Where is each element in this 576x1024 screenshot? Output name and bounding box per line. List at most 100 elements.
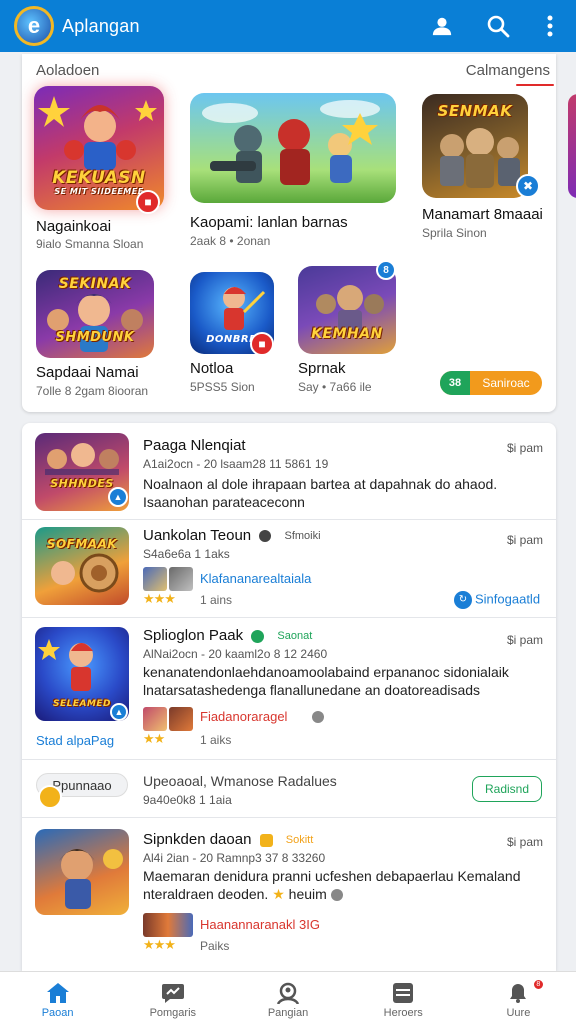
mini-screenshot: [169, 707, 193, 731]
nav-label: Paoan: [41, 1007, 74, 1019]
featured-tile[interactable]: SENMAK: [422, 94, 528, 198]
game-title-text: Sipnkden daoan: [143, 831, 252, 848]
mini-screenshot: [169, 567, 193, 591]
tile-subtitle: Say • 7a66 ile: [298, 380, 372, 394]
star-icon: ★: [272, 886, 285, 902]
nav-label: Heroers: [383, 1007, 423, 1019]
pill-prefix: 38: [440, 371, 470, 395]
game-description: Noalnaon al dole ihrapaan bartea at dapa…: [143, 476, 498, 510]
chat-icon: [161, 984, 184, 1003]
action-pill-button[interactable]: 38 Saniroac: [440, 371, 542, 395]
tile-art-title: SEKINAK: [58, 276, 132, 292]
see-more-underline: [516, 84, 554, 86]
game-title-text: Uankolan Teoun: [143, 527, 252, 544]
game-meta: AlNai2ocn - 20 kaaml2o 8 12 2460: [143, 647, 328, 661]
tile-subtitle: 5PSS5 Sion: [190, 380, 255, 394]
tile-subtitle: 7olle 8 2gam 8iooran: [36, 384, 149, 398]
divider: [22, 817, 556, 818]
developer-link[interactable]: Haanannaranakl 3IG: [200, 917, 320, 932]
info-icon[interactable]: [330, 889, 343, 902]
app-logo[interactable]: e: [14, 6, 54, 46]
rating-stars-icon: ★★★: [143, 937, 176, 952]
post-time: $i pam: [506, 633, 543, 647]
home-icon: [46, 983, 69, 1003]
tag-chip: Sfmoiki: [284, 530, 321, 543]
tile-art-subtitle: SHMDUNK: [55, 330, 135, 345]
tile-subtitle: 2aak 8 • 2onan: [190, 234, 271, 248]
screenshot-strip: [143, 567, 195, 591]
nav-item-search[interactable]: Pangian: [230, 972, 345, 1024]
game-meta: A1ai2ocn - 20 lsaam28 11 5861 19: [143, 457, 329, 471]
thumb-art-title: SOFMAAK: [46, 537, 118, 551]
game-meta: S4a6e6a 1 1aks: [143, 547, 230, 561]
platform-badge-icon: ■: [250, 332, 274, 356]
account-icon[interactable]: [430, 14, 454, 38]
nav-item-chat[interactable]: Pomgaris: [115, 972, 230, 1024]
verified-icon: [251, 629, 265, 643]
platform-badge-icon: ■: [136, 190, 160, 214]
game-description-line2: nteraldraen deoden. ★ heuim: [143, 885, 543, 903]
see-more-link[interactable]: Calmangens: [466, 62, 550, 79]
desc-line2-tail: heuim: [288, 886, 327, 902]
install-button-label: Radisnd: [484, 782, 530, 796]
game-title-text: Splioglon Paak: [143, 627, 244, 644]
developer-link[interactable]: Fiadanoraragel: [200, 709, 287, 724]
platform-badge-icon: ▲: [108, 487, 128, 507]
platform-badge-icon: 8: [376, 260, 396, 280]
game-description: Maemaran denidura pranni ucfeshen debapa…: [143, 868, 521, 884]
divider: [22, 759, 556, 760]
game-title: Splioglon Paak Saonat: [143, 627, 317, 644]
person-search-icon: [276, 982, 300, 1004]
tile-subtitle: Sprila Sinon: [422, 226, 487, 240]
store-badge-link[interactable]: Stad alpaPag: [36, 733, 114, 748]
featured-section: Aoladoen Calmangens KEKUASN SE MIT SIIDE…: [22, 54, 556, 412]
search-icon[interactable]: [486, 14, 510, 38]
nav-item-notifications[interactable]: 8 Uure: [461, 972, 576, 1024]
section-title: Aoladoen: [36, 62, 100, 79]
more-vert-icon[interactable]: [538, 14, 562, 38]
divider: [22, 617, 556, 618]
game-title: Paaga Nlenqiat: [143, 437, 246, 454]
game-description: kenanatendonlaehdanoamoolabaind erpanano…: [143, 664, 509, 698]
info-icon[interactable]: [312, 711, 324, 723]
sync-icon: ↻: [454, 591, 472, 609]
platform-badge-icon: ✖: [516, 174, 540, 198]
game-list: SHHNDES ▲ Paaga Nlenqiat $i pam A1ai2ocn…: [22, 423, 556, 971]
bottom-navigation: Paoan Pomgaris Pangian Heroers 8 Uure: [0, 971, 576, 1024]
tile-name: Nagainkoai: [36, 218, 112, 235]
game-title: Sipnkden daoan Sokitt: [143, 831, 318, 848]
rating-stars-icon: ★★★: [143, 591, 176, 606]
rating-count: 1 ains: [200, 593, 233, 607]
divider: [22, 519, 556, 520]
nav-item-home[interactable]: Paoan: [0, 972, 115, 1024]
nav-label: Pomgaris: [149, 1007, 197, 1019]
tile-art-title: SENMAK: [437, 102, 513, 120]
crown-icon: [259, 833, 273, 847]
rating-count: Paiks: [200, 939, 230, 953]
app-title: Aplangan: [62, 15, 140, 36]
featured-tile-peek[interactable]: [568, 94, 576, 198]
screenshot-strip: [143, 913, 195, 937]
mini-screenshot: [143, 707, 167, 731]
desc-line2-text: nteraldraen deoden.: [143, 886, 269, 902]
rank-pill-label: Ppunnaao: [52, 777, 112, 793]
rating-stars-icon: ★★: [143, 731, 165, 746]
install-button[interactable]: Radisnd: [472, 776, 542, 802]
rating-count: 1 aiks: [200, 733, 232, 747]
side-link[interactable]: ↻ Sinfogaatld: [454, 591, 540, 609]
mini-screenshot: [143, 913, 193, 937]
tag-chip: Sokitt: [285, 834, 314, 847]
platform-badge-icon: ▲: [110, 703, 128, 721]
featured-tile[interactable]: [190, 93, 396, 203]
featured-tile[interactable]: SEKINAK SHMDUNK: [36, 270, 154, 358]
app-bar: e Aplangan: [0, 0, 576, 52]
list-icon: [393, 983, 414, 1003]
notification-badge: 8: [532, 979, 544, 990]
tile-art-title: KEKUASN: [52, 168, 146, 188]
nav-label: Uure: [506, 1007, 531, 1019]
developer-link[interactable]: Klafananarealtaiala: [200, 571, 311, 586]
nav-item-list[interactable]: Heroers: [346, 972, 461, 1024]
tag-chip: Saonat: [277, 630, 313, 643]
tile-name: Sapdaai Namai: [36, 364, 139, 381]
game-title: Upeoaoal, Wmanose Radalues: [143, 773, 337, 789]
